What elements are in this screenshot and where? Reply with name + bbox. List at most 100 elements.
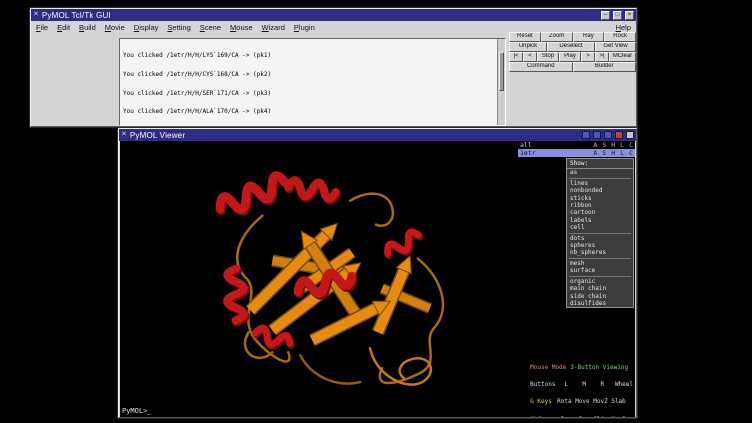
rock-button[interactable]: Rock	[604, 32, 636, 42]
object-row-1etr[interactable]: 1etr A S H L C	[518, 149, 635, 157]
menu-item-surface[interactable]: surface	[567, 267, 633, 274]
viewer-window-title: PyMOL Viewer	[130, 131, 185, 140]
menu-item-cell[interactable]: cell	[567, 224, 633, 231]
control-panel: Reset Zoom Ray Rock Unpick Deselect Get …	[509, 32, 636, 72]
maximize-button[interactable]: □	[613, 11, 622, 20]
menu-separator	[569, 178, 631, 179]
console-scrollbar[interactable]	[497, 39, 505, 125]
command-button[interactable]: Command	[509, 62, 573, 72]
menu-item-organic[interactable]: organic	[567, 278, 633, 285]
control-row-1: Reset Zoom Ray Rock	[509, 32, 636, 42]
menu-plugin[interactable]: Plugin	[294, 23, 315, 32]
menu-edit[interactable]: Edit	[57, 23, 70, 32]
stop-button[interactable]: Stop	[537, 52, 559, 62]
menu-item-nb-spheres[interactable]: nb_spheres	[567, 249, 633, 256]
control-row-3: |< < Stop Play > >| MClear	[509, 52, 636, 62]
legend-row: & KeysRota Move MovZ Slab	[530, 399, 633, 405]
menu-help[interactable]: Help	[616, 23, 631, 32]
menu-item-disulfides[interactable]: disulfides	[567, 300, 633, 307]
control-row-4: Command Builder	[509, 62, 636, 72]
command-prompt[interactable]: PyMOL>_	[122, 407, 152, 415]
color-button[interactable]: C	[629, 141, 633, 149]
minimize-button[interactable]: –	[601, 11, 610, 20]
show-button[interactable]: S	[602, 149, 606, 157]
reset-button[interactable]: Reset	[509, 32, 541, 42]
gui-window-title: PyMOL Tcl/Tk GUI	[42, 11, 111, 20]
mouse-mode-line: Mouse Mode 3-Button Viewing	[530, 365, 633, 371]
mouse-mode-value: 3-Button Viewing	[570, 364, 628, 371]
viewport-canvas[interactable]: all A S H L C 1etr A S H L	[120, 141, 635, 417]
menu-scene[interactable]: Scene	[200, 23, 221, 32]
x11-logo-icon: ✕	[121, 131, 127, 139]
x11-logo-icon: ✕	[33, 11, 39, 19]
zoom-button[interactable]: Zoom	[541, 32, 573, 42]
object-name: all	[520, 141, 532, 149]
menu-item-nonbonded[interactable]: nonbonded	[567, 187, 633, 194]
object-name: 1etr	[520, 149, 536, 157]
menu-item-ribbon[interactable]: ribbon	[567, 202, 633, 209]
window-menu-button[interactable]	[626, 131, 634, 139]
mouse-legend: Mouse Mode 3-Button Viewing Buttons L M R…	[530, 353, 633, 417]
menu-separator	[569, 258, 631, 259]
label-button[interactable]: L	[620, 141, 624, 149]
menu-item-labels[interactable]: labels	[567, 217, 633, 224]
get-view-button[interactable]: Get View	[595, 42, 636, 52]
close-button[interactable]	[615, 131, 623, 139]
hide-button[interactable]: H	[611, 141, 615, 149]
object-row-all[interactable]: all A S H L C	[518, 141, 635, 149]
legend-row: Buttons L M R Wheel	[530, 382, 633, 388]
close-button[interactable]: ×	[625, 11, 634, 20]
viewer-window: ✕ PyMOL Viewer	[118, 128, 637, 418]
menu-build[interactable]: Build	[79, 23, 96, 32]
menu-item-sticks[interactable]: sticks	[567, 195, 633, 202]
object-panel: all A S H L C 1etr A S H L	[518, 141, 635, 157]
next-frame-button[interactable]: >	[581, 52, 595, 62]
menu-item-lines[interactable]: lines	[567, 180, 633, 187]
deselect-button[interactable]: Deselect	[547, 42, 595, 52]
mclear-button[interactable]: MClear	[609, 52, 636, 62]
menu-separator	[569, 276, 631, 277]
console-line: You clicked /1etr/H/H/CYS`168/CA -> (pk2…	[123, 72, 495, 78]
builder-button[interactable]: Builder	[573, 62, 637, 72]
show-button[interactable]: S	[602, 141, 606, 149]
first-frame-button[interactable]: |<	[509, 52, 523, 62]
menu-movie[interactable]: Movie	[105, 23, 125, 32]
gui-window: ✕ PyMOL Tcl/Tk GUI – □ × File Edit Build…	[30, 8, 637, 127]
desktop: ✕ PyMOL Tcl/Tk GUI – □ × File Edit Build…	[0, 0, 752, 423]
label-button[interactable]: L	[620, 149, 624, 157]
menu-item-spheres[interactable]: spheres	[567, 242, 633, 249]
hide-button[interactable]: H	[611, 149, 615, 157]
console-line: You clicked /1etr/H/H/SER`171/CA -> (pk3…	[123, 91, 495, 97]
last-frame-button[interactable]: >|	[595, 52, 609, 62]
menu-display[interactable]: Display	[134, 23, 159, 32]
ray-button[interactable]: Ray	[573, 32, 605, 42]
menu-item-as[interactable]: as	[567, 169, 633, 176]
object-buttons: A S H L C	[593, 149, 633, 157]
object-buttons: A S H L C	[593, 141, 633, 149]
show-menu-title: Show:	[567, 159, 633, 169]
console-output[interactable]: You clicked /1etr/H/H/LYS`169/CA -> (pk1…	[119, 38, 506, 126]
action-button[interactable]: A	[593, 141, 597, 149]
menu-mouse[interactable]: Mouse	[230, 23, 253, 32]
viewer-titlebar[interactable]: ✕ PyMOL Viewer	[119, 129, 636, 141]
console-scroll-thumb[interactable]	[499, 52, 504, 91]
menu-item-side-chain[interactable]: side chain	[567, 293, 633, 300]
unpick-button[interactable]: Unpick	[509, 42, 547, 52]
menu-item-dots[interactable]: dots	[567, 235, 633, 242]
play-button[interactable]: Play	[559, 52, 581, 62]
menu-item-main-chain[interactable]: main chain	[567, 285, 633, 292]
minimize-button[interactable]	[593, 131, 601, 139]
action-button[interactable]: A	[593, 149, 597, 157]
menu-wizard[interactable]: Wizard	[262, 23, 285, 32]
menu-item-cartoon[interactable]: cartoon	[567, 209, 633, 216]
menu-item-mesh[interactable]: mesh	[567, 260, 633, 267]
console-line: You clicked /1etr/H/H/LYS`169/CA -> (pk1…	[123, 53, 495, 59]
gui-titlebar[interactable]: ✕ PyMOL Tcl/Tk GUI – □ ×	[31, 9, 636, 21]
color-button[interactable]: C	[629, 149, 633, 157]
mouse-mode-label: Mouse Mode	[530, 364, 566, 371]
menu-file[interactable]: File	[36, 23, 48, 32]
maximize-button[interactable]	[604, 131, 612, 139]
menu-setting[interactable]: Setting	[167, 23, 190, 32]
rollup-button[interactable]	[582, 131, 590, 139]
prev-frame-button[interactable]: <	[523, 52, 537, 62]
